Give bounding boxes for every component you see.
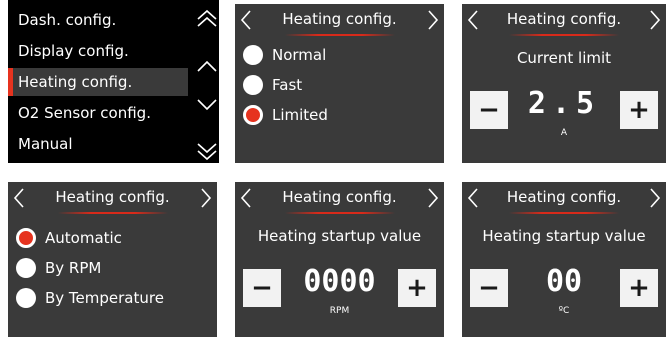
menu-item-label: Dash. config. — [18, 11, 117, 29]
menu-item-label: Manual — [18, 135, 73, 153]
startup-temperature-panel: Heating config. Heating startup value − … — [462, 182, 666, 337]
value-caption: Current limit — [516, 49, 612, 67]
panel-title: Heating config. — [55, 188, 170, 206]
chevron-right-icon[interactable] — [199, 186, 213, 210]
radio-label: Automatic — [45, 229, 122, 247]
title-underline — [509, 34, 619, 36]
menu-item-dash-config[interactable]: Dash. config. — [8, 6, 188, 34]
title-underline — [284, 34, 395, 36]
value-unit: A — [560, 128, 568, 138]
chevron-right-icon[interactable] — [648, 186, 662, 210]
radio-button-selected[interactable] — [16, 228, 36, 248]
increment-button[interactable]: + — [398, 269, 436, 307]
menu-item-o2-sensor-config[interactable]: O2 Sensor config. — [8, 99, 188, 127]
heating-trigger-panel: Heating config. Automatic By RPM By Temp… — [8, 182, 217, 337]
increment-button[interactable]: + — [620, 269, 658, 307]
menu-item-label: Heating config. — [18, 73, 133, 91]
radio-option-by-temperature[interactable]: By Temperature — [16, 285, 164, 311]
current-limit-panel: Heating config. Current limit − 2.5 A + — [462, 4, 666, 163]
menu-item-manual[interactable]: Manual — [8, 130, 188, 158]
panel-header: Heating config. — [235, 4, 444, 40]
radio-label: By Temperature — [45, 289, 164, 307]
radio-button[interactable] — [16, 258, 36, 278]
menu-item-heating-config[interactable]: Heating config. — [8, 68, 188, 96]
panel-header: Heating config. — [462, 182, 666, 218]
increment-button[interactable]: + — [620, 91, 658, 129]
value-unit: RPM — [329, 306, 350, 316]
menu-item-label: Display config. — [18, 42, 129, 60]
panel-title: Heating config. — [282, 10, 397, 28]
radio-option-by-rpm[interactable]: By RPM — [16, 255, 101, 281]
title-underline — [284, 212, 395, 214]
chevron-up-icon[interactable] — [196, 56, 218, 78]
chevron-right-icon[interactable] — [426, 186, 440, 210]
radio-button-selected[interactable] — [243, 105, 263, 125]
title-underline — [509, 212, 619, 214]
value-caption: Heating startup value — [482, 227, 646, 245]
title-underline — [57, 212, 168, 214]
radio-label: Fast — [272, 76, 303, 94]
panel-header: Heating config. — [8, 182, 217, 218]
radio-button[interactable] — [243, 45, 263, 65]
radio-option-normal[interactable]: Normal — [243, 42, 326, 68]
radio-label: By RPM — [45, 259, 102, 277]
startup-rpm-panel: Heating config. Heating startup value − … — [235, 182, 444, 337]
value-unit: ºC — [558, 306, 570, 316]
panel-header: Heating config. — [462, 4, 666, 40]
panel-header: Heating config. — [235, 182, 444, 218]
heating-mode-panel: Heating config. Normal Fast Limited — [235, 4, 444, 163]
radio-button[interactable] — [16, 288, 36, 308]
radio-option-limited[interactable]: Limited — [243, 102, 328, 128]
radio-button[interactable] — [243, 75, 263, 95]
menu-item-label: O2 Sensor config. — [18, 104, 151, 122]
settings-menu-panel: Dash. config. Display config. Heating co… — [8, 0, 219, 163]
radio-label: Normal — [272, 46, 327, 64]
chevron-right-icon[interactable] — [648, 8, 662, 32]
panel-title: Heating config. — [506, 10, 622, 28]
radio-label: Limited — [272, 106, 328, 124]
panel-title: Heating config. — [282, 188, 397, 206]
radio-option-automatic[interactable]: Automatic — [16, 225, 122, 251]
menu-item-display-config[interactable]: Display config. — [8, 37, 188, 65]
panel-title: Heating config. — [506, 188, 622, 206]
double-chevron-down-icon[interactable] — [196, 140, 218, 162]
chevron-down-icon[interactable] — [196, 93, 218, 115]
value-caption: Heating startup value — [257, 227, 422, 245]
radio-option-fast[interactable]: Fast — [243, 72, 302, 98]
double-chevron-up-icon[interactable] — [196, 8, 218, 30]
chevron-right-icon[interactable] — [426, 8, 440, 32]
